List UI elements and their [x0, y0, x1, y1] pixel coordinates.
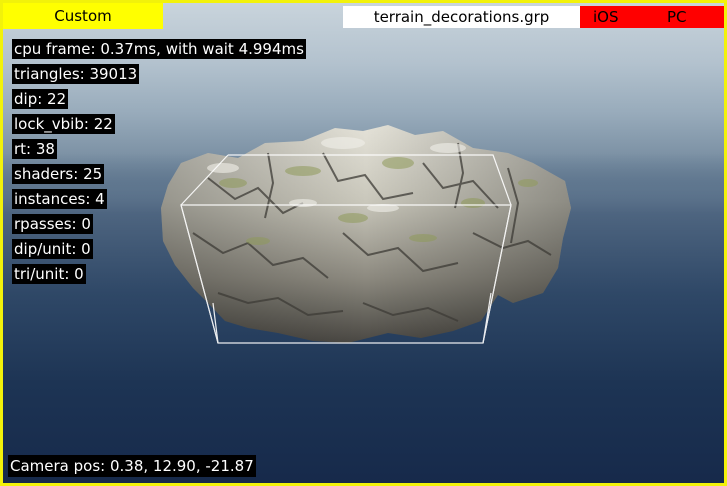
render-viewport[interactable]: Custom terrain_decorations.grp iOS PC cp…: [0, 0, 727, 486]
stat-dip: dip: 22: [12, 89, 69, 109]
stat-rpasses: rpasses: 0: [12, 214, 93, 234]
stat-triangles: triangles: 39013: [12, 64, 140, 84]
stat-dip-per-unit: dip/unit: 0: [12, 239, 93, 259]
stat-instances: instances: 4: [12, 189, 107, 209]
stat-tri-per-unit: tri/unit: 0: [12, 264, 86, 284]
stat-shaders: shaders: 25: [12, 164, 105, 184]
file-name-label[interactable]: terrain_decorations.grp: [343, 6, 580, 28]
stat-lock-vbib: lock_vbib: 22: [12, 114, 115, 134]
stat-rt: rt: 38: [12, 139, 57, 159]
platform-tab-pc[interactable]: PC: [648, 6, 724, 28]
stat-cpu-frame: cpu frame: 0.37ms, with wait 4.994ms: [12, 39, 306, 59]
top-toolbar: Custom terrain_decorations.grp iOS PC: [3, 3, 724, 29]
stats-overlay: cpu frame: 0.37ms, with wait 4.994ms tri…: [12, 39, 306, 289]
camera-position-readout: Camera pos: 0.38, 12.90, -21.87: [8, 455, 256, 477]
platform-tab-ios[interactable]: iOS: [580, 6, 648, 28]
preset-button[interactable]: Custom: [3, 3, 163, 29]
